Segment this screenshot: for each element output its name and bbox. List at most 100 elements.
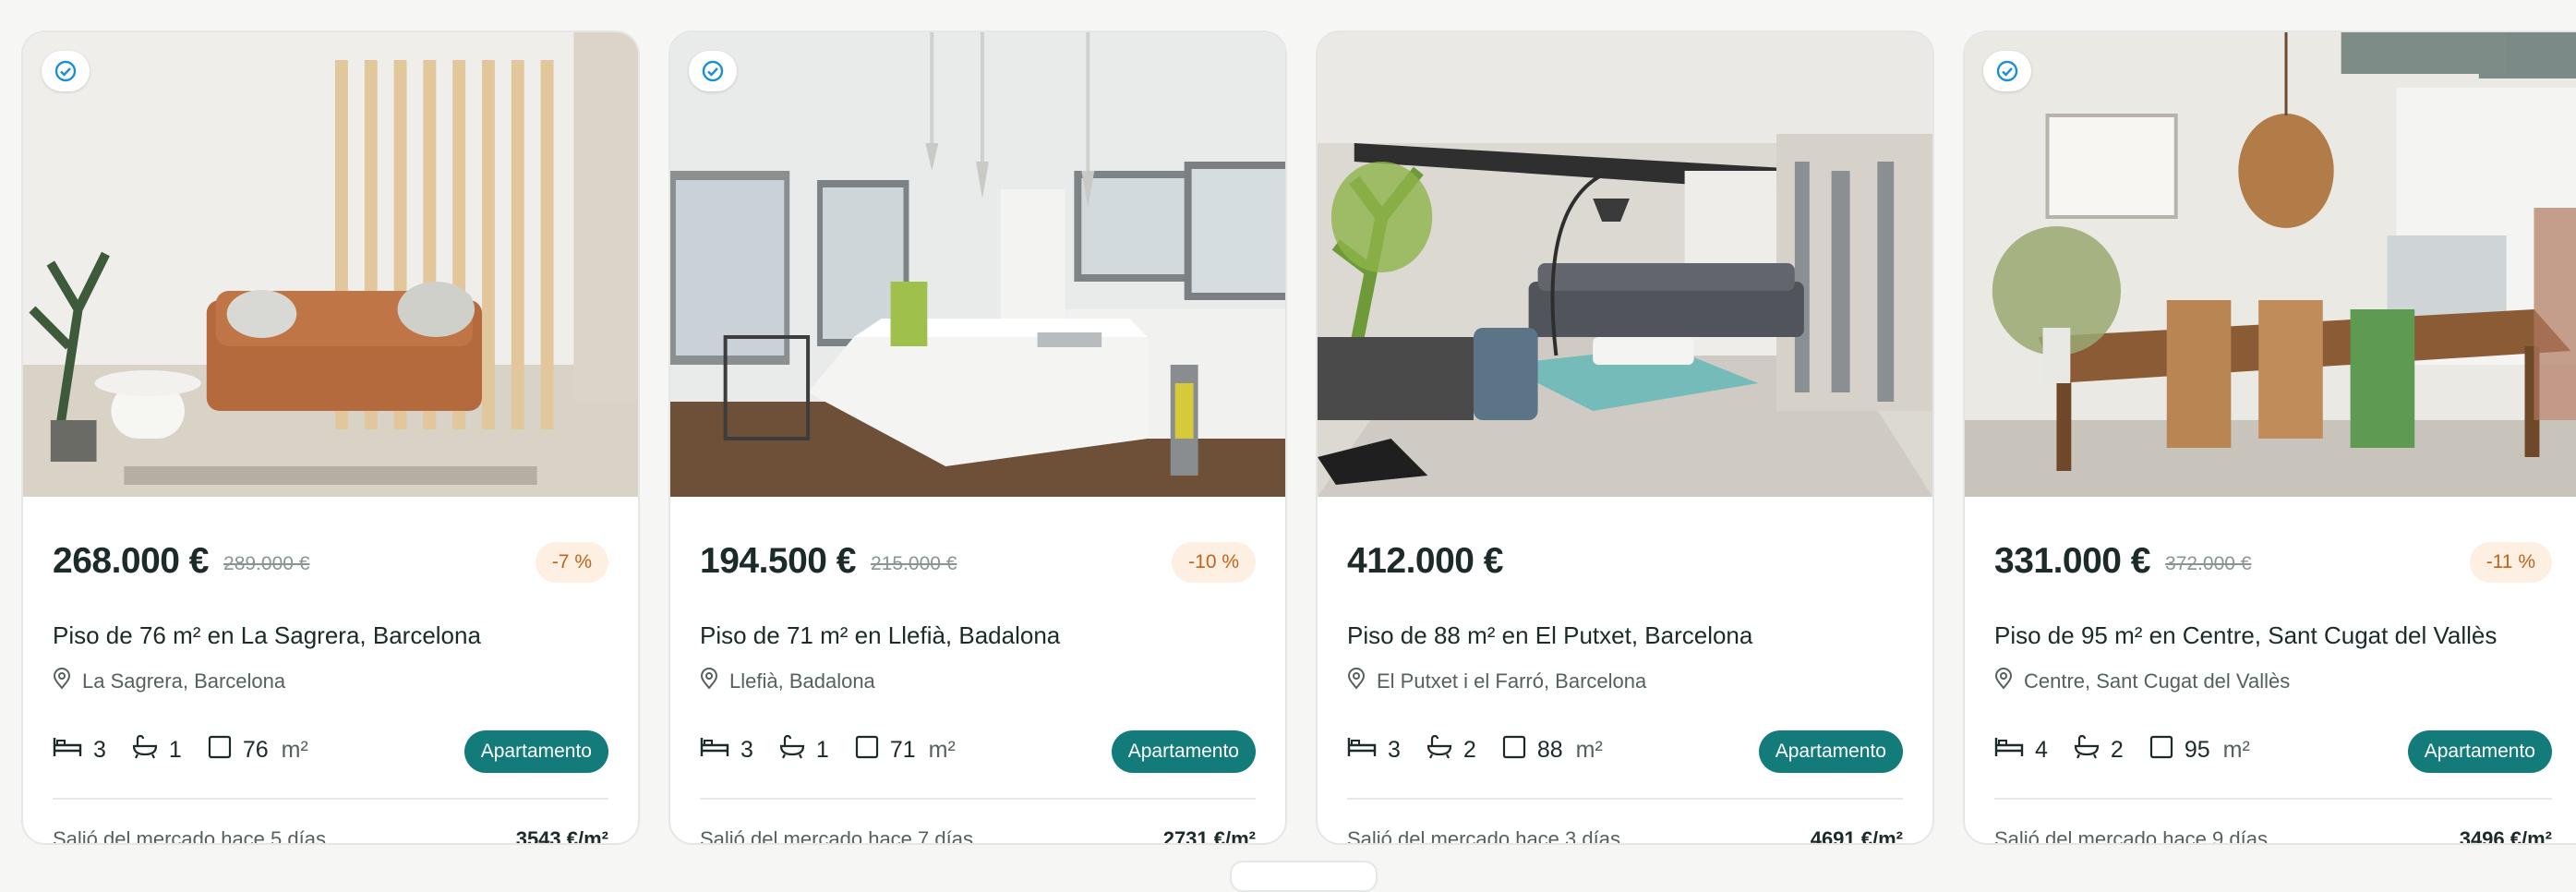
features: 3 2 88 m²	[1347, 729, 1629, 770]
location-text: Llefià, Badalona	[729, 669, 875, 693]
price-row: 412.000 €	[1347, 534, 1903, 589]
features: 3 1 76 m²	[53, 729, 334, 770]
bedrooms: 3	[1347, 736, 1401, 765]
area-unit: m²	[1575, 736, 1603, 763]
property-type-button[interactable]: Apartamento	[1111, 730, 1256, 773]
property-type-button[interactable]: Apartamento	[1758, 730, 1903, 773]
location: El Putxet i el Farró, Barcelona	[1347, 668, 1646, 695]
listing-footer: Salió del mercado hace 9 días 3496 €/m²	[1994, 823, 2552, 845]
location-text: Centre, Sant Cugat del Vallès	[2024, 669, 2291, 693]
price-row: 194.500 € 215.000 € -10 %	[700, 534, 1256, 589]
bathrooms-value: 2	[2110, 736, 2124, 763]
area: 71 m²	[855, 735, 956, 765]
area-icon	[855, 735, 890, 765]
bed-icon	[1994, 736, 2035, 765]
sold-text: Salió del mercado hace 3 días	[1347, 827, 1620, 845]
verified-icon	[54, 59, 78, 83]
bedrooms-value: 3	[740, 736, 753, 763]
area: 88 m²	[1502, 735, 1603, 765]
old-price: 289.000 €	[223, 553, 310, 574]
location-pin-icon	[1347, 668, 1377, 695]
listing-footer: Salió del mercado hace 7 días 2731 €/m²	[700, 823, 1256, 845]
property-type-button[interactable]: Apartamento	[463, 730, 608, 773]
bathtub-icon	[779, 734, 816, 765]
area-value: 88	[1536, 736, 1563, 763]
area: 76 m²	[208, 735, 308, 765]
old-price: 215.000 €	[871, 553, 957, 574]
price: 268.000 €	[53, 541, 210, 581]
price-per-m2: 2731 €/m²	[1162, 827, 1256, 845]
divider	[1347, 798, 1903, 800]
area-icon	[208, 735, 243, 765]
listing-card[interactable]: 412.000 € Piso de 88 m² en El Putxet, Ba…	[1316, 30, 1934, 845]
listing-body: 268.000 € 289.000 € -7 % Piso de 76 m² e…	[53, 497, 608, 843]
divider	[53, 798, 608, 800]
location: La Sagrera, Barcelona	[53, 668, 285, 695]
listing-photo-dining-room[interactable]	[1965, 32, 2576, 497]
listing-photo-living-room[interactable]	[23, 32, 638, 497]
area-unit: m²	[281, 736, 308, 763]
location-text: La Sagrera, Barcelona	[82, 669, 286, 693]
divider	[1994, 798, 2552, 800]
area-unit: m²	[2222, 736, 2250, 763]
listing-title[interactable]: Piso de 95 m² en Centre, Sant Cugat del …	[1994, 621, 2552, 650]
sold-text: Salió del mercado hace 5 días	[53, 827, 326, 845]
listing-title[interactable]: Piso de 88 m² en El Putxet, Barcelona	[1347, 621, 1903, 650]
listing-photo-kitchen[interactable]	[670, 32, 1285, 497]
discount-badge: -11 %	[2469, 542, 2552, 583]
area: 95 m²	[2149, 735, 2250, 765]
listing-footer: Salió del mercado hace 3 días 4691 €/m²	[1347, 823, 1903, 845]
price: 331.000 €	[1994, 541, 2151, 581]
listing-card[interactable]: 268.000 € 289.000 € -7 % Piso de 76 m² e…	[21, 30, 640, 845]
price: 194.500 €	[700, 541, 857, 581]
verified-badge	[1983, 51, 2031, 91]
bathtub-icon	[132, 734, 169, 765]
discount-badge: -10 %	[1172, 542, 1256, 583]
price: 412.000 €	[1347, 541, 1504, 581]
location: Centre, Sant Cugat del Vallès	[1994, 668, 2290, 695]
listing-body: 412.000 € Piso de 88 m² en El Putxet, Ba…	[1347, 497, 1903, 843]
bathtub-icon	[1426, 734, 1463, 765]
area-value: 76	[242, 736, 269, 763]
bathrooms: 1	[779, 734, 829, 765]
verified-icon	[701, 59, 725, 83]
listing-footer: Salió del mercado hace 5 días 3543 €/m²	[53, 823, 608, 845]
pagination-control[interactable]	[1230, 861, 1378, 892]
area-value: 71	[889, 736, 916, 763]
bedrooms-value: 3	[1388, 736, 1401, 763]
bathrooms: 2	[2074, 734, 2124, 765]
bedrooms: 3	[53, 736, 106, 765]
price-row: 331.000 € 372.000 € -11 %	[1994, 534, 2552, 589]
listing-body: 194.500 € 215.000 € -10 % Piso de 71 m² …	[700, 497, 1256, 843]
price-per-m2: 3496 €/m²	[2459, 827, 2552, 845]
property-type-button[interactable]: Apartamento	[2407, 730, 2552, 773]
location: Llefià, Badalona	[700, 668, 875, 695]
bed-icon	[700, 736, 740, 765]
discount-badge: -7 %	[535, 542, 608, 583]
listing-card[interactable]: 331.000 € 372.000 € -11 % Piso de 95 m² …	[1963, 30, 2576, 845]
bathrooms-value: 1	[168, 736, 182, 763]
bathtub-icon	[2074, 734, 2111, 765]
price-row: 268.000 € 289.000 € -7 %	[53, 534, 608, 589]
location-text: El Putxet i el Farró, Barcelona	[1377, 669, 1647, 693]
bathrooms-value: 1	[815, 736, 829, 763]
listing-card[interactable]: 194.500 € 215.000 € -10 % Piso de 71 m² …	[668, 30, 1287, 845]
bathrooms-value: 2	[1463, 736, 1476, 763]
area-unit: m²	[928, 736, 956, 763]
divider	[700, 798, 1256, 800]
location-pin-icon	[700, 668, 729, 695]
bed-icon	[53, 736, 93, 765]
bedrooms-value: 4	[2035, 736, 2048, 763]
area-icon	[1502, 735, 1537, 765]
bathrooms: 1	[132, 734, 182, 765]
listing-title[interactable]: Piso de 76 m² en La Sagrera, Barcelona	[53, 621, 608, 650]
listing-title[interactable]: Piso de 71 m² en Llefià, Badalona	[700, 621, 1256, 650]
bedrooms: 3	[700, 736, 753, 765]
listing-body: 331.000 € 372.000 € -11 % Piso de 95 m² …	[1994, 497, 2552, 843]
verified-badge	[42, 51, 90, 91]
location-pin-icon	[1994, 668, 2024, 695]
listing-photo-lounge[interactable]	[1318, 32, 1932, 497]
sold-text: Salió del mercado hace 7 días	[700, 827, 973, 845]
features: 3 1 71 m²	[700, 729, 981, 770]
verified-icon	[1995, 59, 2019, 83]
